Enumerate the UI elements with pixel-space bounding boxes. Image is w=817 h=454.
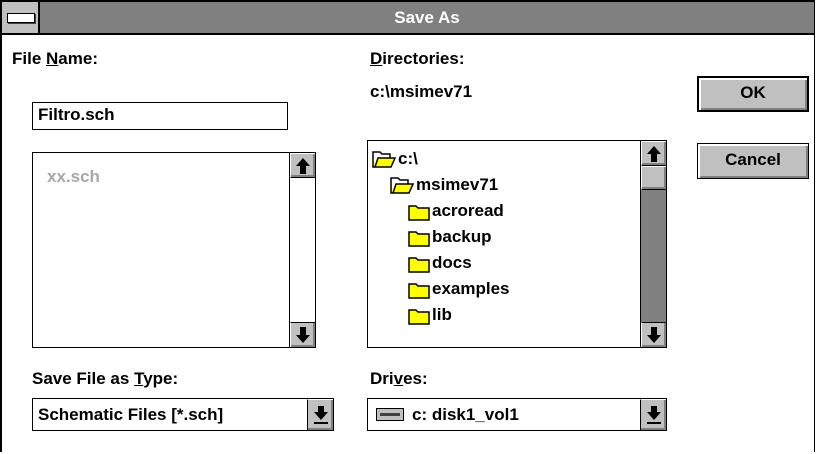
drives-select[interactable]: c: disk1_vol1: [367, 398, 667, 431]
current-directory-path: c:\msimev71: [370, 82, 473, 101]
arrow-up-icon[interactable]: [641, 141, 666, 166]
title-bar[interactable]: Save As: [2, 2, 814, 35]
directory-list[interactable]: c:\ msimev71 acroread backup docs exampl…: [367, 140, 667, 348]
file-list[interactable]: xx.sch: [32, 152, 316, 348]
directory-item[interactable]: examples: [408, 276, 510, 302]
system-menu-icon[interactable]: [2, 2, 40, 33]
directory-list-scrollbar[interactable]: [640, 141, 666, 347]
file-list-scrollbar[interactable]: [289, 153, 315, 347]
drives-label: Drives:: [370, 369, 428, 388]
arrow-up-icon[interactable]: [290, 153, 315, 178]
dialog-title: Save As: [394, 8, 460, 27]
folder-open-icon: [390, 176, 414, 194]
arrow-down-icon[interactable]: [641, 322, 666, 347]
folder-open-icon: [372, 150, 396, 168]
directories-label: Directories:: [370, 49, 465, 68]
directory-item[interactable]: msimev71: [390, 172, 498, 198]
drives-value: c: disk1_vol1: [412, 405, 519, 424]
cancel-button[interactable]: Cancel: [697, 143, 809, 179]
folder-closed-icon: [408, 308, 430, 325]
directory-item[interactable]: docs: [408, 250, 472, 276]
file-name-input[interactable]: Filtro.sch: [32, 102, 288, 130]
save-type-label: Save File as Type:: [32, 369, 179, 388]
folder-closed-icon: [408, 282, 430, 299]
save-as-dialog: Save As File Name: Filtro.sch xx.sch Dir…: [0, 0, 815, 452]
save-type-value: Schematic Files [*.sch]: [38, 405, 224, 424]
save-type-select[interactable]: Schematic Files [*.sch]: [32, 398, 334, 431]
folder-closed-icon: [408, 230, 430, 247]
folder-closed-icon: [408, 204, 430, 221]
directory-item[interactable]: backup: [408, 224, 492, 250]
directory-item[interactable]: c:\: [372, 146, 418, 172]
folder-closed-icon: [408, 256, 430, 273]
hard-drive-icon: [376, 408, 404, 421]
dropdown-arrow-icon[interactable]: [640, 399, 666, 430]
scroll-thumb[interactable]: [641, 166, 666, 190]
dropdown-arrow-icon[interactable]: [307, 399, 333, 430]
arrow-down-icon[interactable]: [290, 322, 315, 347]
directory-item[interactable]: acroread: [408, 198, 504, 224]
file-list-item[interactable]: xx.sch: [47, 167, 100, 187]
file-name-label: File Name:: [12, 49, 98, 68]
directory-item[interactable]: lib: [408, 302, 452, 328]
ok-button[interactable]: OK: [697, 76, 809, 112]
